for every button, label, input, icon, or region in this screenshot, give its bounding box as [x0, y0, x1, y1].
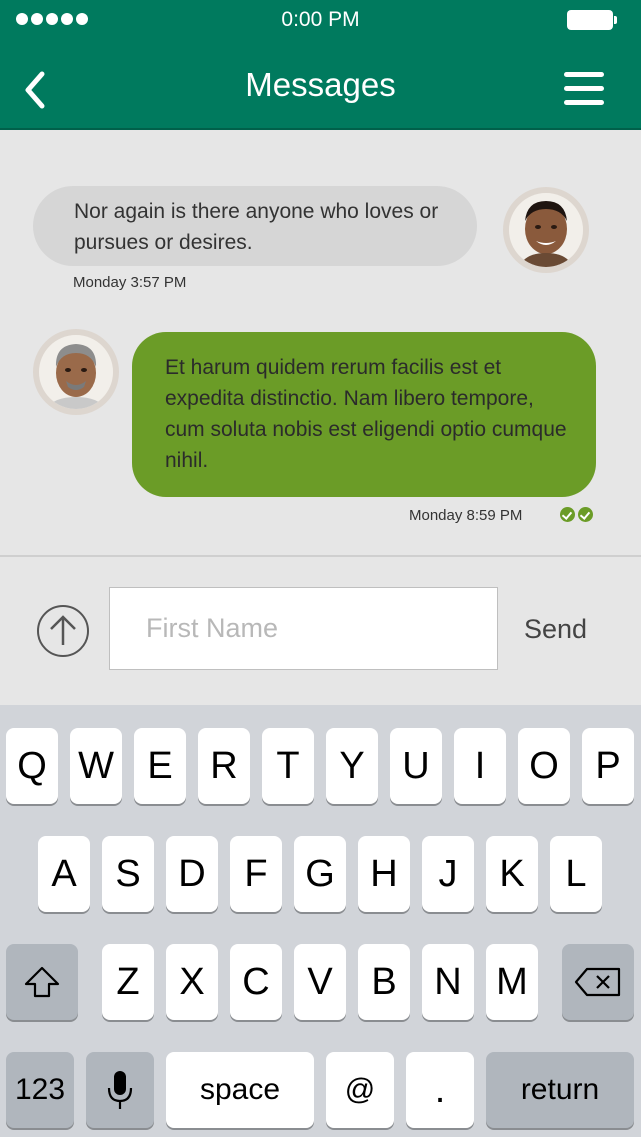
key-s[interactable]: S: [102, 836, 154, 912]
at-key[interactable]: @: [326, 1052, 394, 1128]
return-key[interactable]: return: [486, 1052, 634, 1128]
hamburger-icon: [564, 72, 604, 77]
microphone-icon: [107, 1071, 133, 1109]
shift-key[interactable]: [6, 944, 78, 1020]
read-receipt-icon: [560, 507, 593, 522]
key-f[interactable]: F: [230, 836, 282, 912]
key-g[interactable]: G: [294, 836, 346, 912]
key-i[interactable]: I: [454, 728, 506, 804]
shift-icon: [24, 966, 60, 998]
key-k[interactable]: K: [486, 836, 538, 912]
status-bar: 0:00 PM: [0, 0, 641, 40]
keyboard: Q W E R T Y U I O P A S D F G H J K L Z …: [0, 705, 641, 1137]
backspace-key[interactable]: [562, 944, 634, 1020]
message-input[interactable]: [109, 587, 498, 670]
incoming-message-timestamp: Monday 3:57 PM: [73, 274, 187, 291]
arrow-up-icon: [50, 615, 76, 645]
status-time: 0:00 PM: [281, 8, 360, 31]
key-b[interactable]: B: [358, 944, 410, 1020]
dictation-key[interactable]: [86, 1052, 154, 1128]
user-avatar[interactable]: [33, 329, 119, 415]
period-key[interactable]: .: [406, 1052, 474, 1128]
key-m[interactable]: M: [486, 944, 538, 1020]
menu-button[interactable]: [562, 72, 606, 106]
key-v[interactable]: V: [294, 944, 346, 1020]
key-c[interactable]: C: [230, 944, 282, 1020]
key-r[interactable]: R: [198, 728, 250, 804]
key-x[interactable]: X: [166, 944, 218, 1020]
key-j[interactable]: J: [422, 836, 474, 912]
key-w[interactable]: W: [70, 728, 122, 804]
key-u[interactable]: U: [390, 728, 442, 804]
backspace-icon: [574, 967, 621, 997]
key-a[interactable]: A: [38, 836, 90, 912]
key-d[interactable]: D: [166, 836, 218, 912]
key-e[interactable]: E: [134, 728, 186, 804]
key-q[interactable]: Q: [6, 728, 58, 804]
sender-avatar[interactable]: [503, 187, 589, 273]
outgoing-message-timestamp: Monday 8:59 PM: [409, 507, 523, 524]
key-l[interactable]: L: [550, 836, 602, 912]
battery-icon: [567, 10, 617, 30]
key-p[interactable]: P: [582, 728, 634, 804]
key-y[interactable]: Y: [326, 728, 378, 804]
send-button[interactable]: Send: [524, 614, 587, 645]
space-key[interactable]: space: [166, 1052, 314, 1128]
key-h[interactable]: H: [358, 836, 410, 912]
page-title: Messages: [245, 66, 396, 103]
key-t[interactable]: T: [262, 728, 314, 804]
app-header: 0:00 PM Messages: [0, 0, 641, 130]
upload-button[interactable]: [37, 605, 89, 657]
incoming-message-bubble[interactable]: Nor again is there anyone who loves or p…: [33, 186, 477, 266]
numbers-key[interactable]: 123: [6, 1052, 74, 1128]
outgoing-message-bubble[interactable]: Et harum quidem rerum facilis est et exp…: [132, 332, 596, 497]
key-z[interactable]: Z: [102, 944, 154, 1020]
key-n[interactable]: N: [422, 944, 474, 1020]
key-o[interactable]: O: [518, 728, 570, 804]
